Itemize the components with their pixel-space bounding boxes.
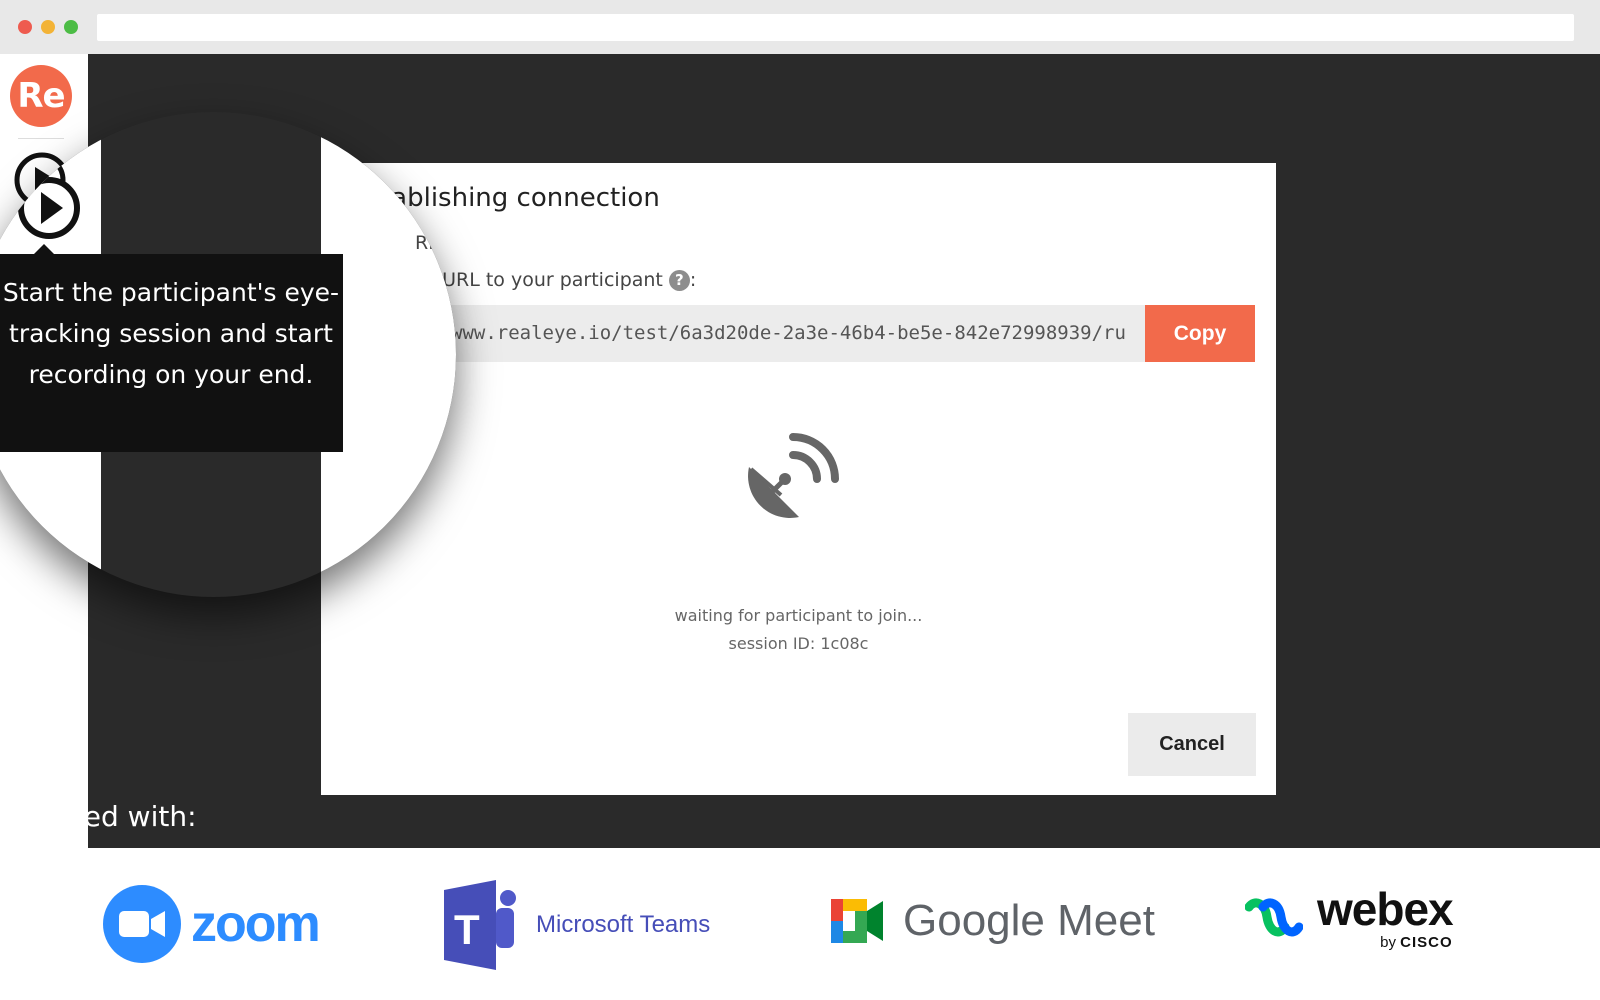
- copy-button[interactable]: Copy: [1145, 305, 1255, 362]
- browser-chrome: [0, 0, 1600, 54]
- webex-wordmark: webex: [1317, 883, 1454, 935]
- webex-logo: webex by CISCO: [1245, 883, 1454, 951]
- address-bar[interactable]: [97, 14, 1574, 41]
- satellite-dish-icon: [748, 433, 839, 518]
- tested-with-logos: zoom T Microsoft Teams Google Meet webex: [0, 848, 1600, 1000]
- waiting-status: waiting for participant to join...: [674, 606, 923, 625]
- connection-dialog: Establishing connection Send the URL to …: [321, 163, 1276, 795]
- url-label-suffix: :: [689, 269, 697, 291]
- window-maximize-dot[interactable]: [64, 20, 78, 34]
- google-meet-icon: [831, 899, 883, 943]
- app-area: Re Establishing connection Send the URL …: [0, 54, 1600, 848]
- webex-byline: by CISCO: [1380, 934, 1453, 951]
- tooltip-arrow: [34, 244, 54, 254]
- magnified-url-label: RL to your participant: [415, 232, 456, 254]
- window-minimize-dot[interactable]: [41, 20, 55, 34]
- cancel-button[interactable]: Cancel: [1128, 713, 1256, 776]
- cisco-text: CISCO: [1400, 934, 1453, 951]
- microsoft-teams-logo: T Microsoft Teams: [444, 878, 710, 972]
- webex-wordmark-group: webex by CISCO: [1317, 883, 1454, 951]
- start-session-tooltip: Start the participant's eye-tracking ses…: [0, 254, 343, 452]
- zoom-camera-icon: [103, 885, 181, 963]
- magnifier-overlay: blishing connection RL to your participa…: [0, 112, 456, 597]
- webex-icon: [1245, 897, 1303, 936]
- microsoft-teams-wordmark: Microsoft Teams: [536, 911, 711, 938]
- session-id: session ID: 1c08c: [728, 634, 869, 653]
- help-icon[interactable]: ?: [668, 269, 690, 291]
- google-meet-logo: Google Meet: [831, 896, 1155, 946]
- google-meet-wordmark: Google Meet: [903, 896, 1155, 945]
- magnified-dialog-title: blishing connection: [369, 140, 456, 170]
- svg-text:T: T: [454, 906, 480, 953]
- zoom-logo: zoom: [103, 885, 321, 963]
- zoom-wordmark: zoom: [191, 895, 321, 953]
- magnified-play-icon: [12, 153, 80, 239]
- microsoft-teams-icon: T: [444, 880, 516, 970]
- webex-by-text: by: [1380, 934, 1396, 951]
- window-close-dot[interactable]: [18, 20, 32, 34]
- tested-with-label: tested with:: [30, 800, 197, 833]
